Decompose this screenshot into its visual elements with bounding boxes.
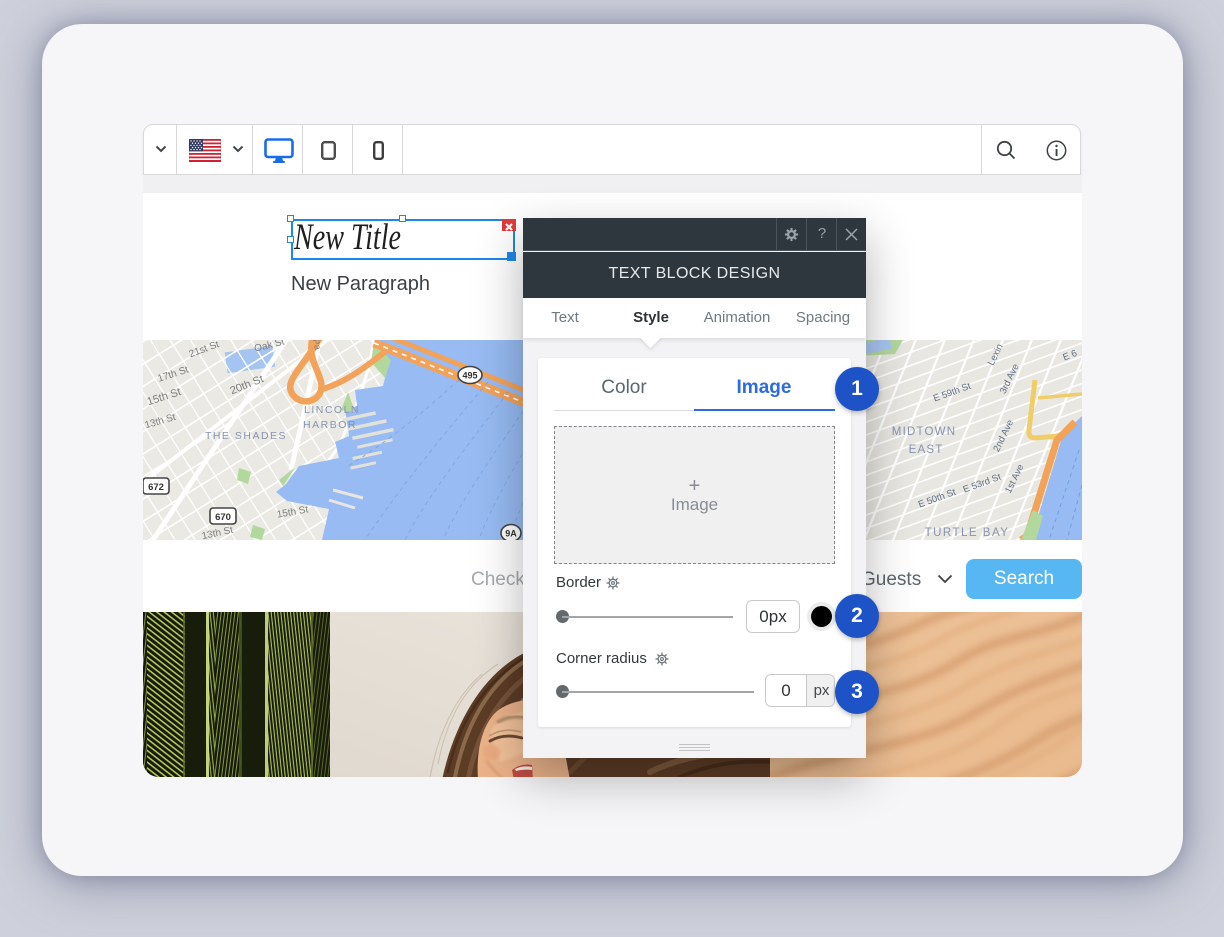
svg-text:TURTLE BAY: TURTLE BAY (925, 527, 1010, 539)
svg-text:THE SHADES: THE SHADES (205, 430, 287, 442)
svg-text:EAST: EAST (909, 444, 944, 456)
svg-text:670: 670 (215, 512, 231, 523)
svg-text:495: 495 (462, 371, 477, 381)
svg-text:LINCOLN: LINCOLN (304, 404, 360, 416)
svg-text:MIDTOWN: MIDTOWN (892, 426, 956, 438)
svg-text:672: 672 (148, 482, 164, 493)
svg-text:HARBOR: HARBOR (303, 419, 357, 431)
svg-text:9A: 9A (505, 529, 517, 539)
